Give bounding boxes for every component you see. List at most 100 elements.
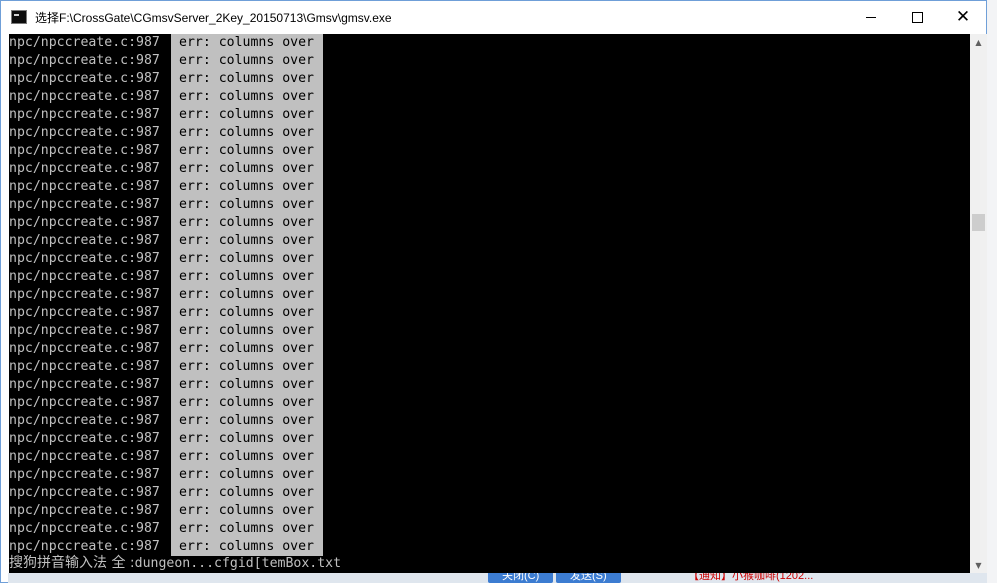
console-line-message-selected: err: columns over — [171, 430, 323, 448]
minimize-button[interactable] — [848, 1, 894, 33]
console-line-message-selected: err: columns over — [171, 34, 323, 52]
ime-status-line: 搜狗拼音输入法 全 :dungeon...cfgid[temBox.txt — [9, 552, 970, 574]
console-line-message-selected: err: columns over — [171, 286, 323, 304]
console-line-message-selected: err: columns over — [171, 466, 323, 484]
console-line-message-selected: err: columns over — [171, 88, 323, 106]
console-line-source: npc/npccreate.c:987 — [9, 143, 160, 158]
console-line-message-selected: err: columns over — [171, 340, 323, 358]
console-line-source: npc/npccreate.c:987 — [9, 395, 160, 410]
console-line: npc/npccreate.c:987 err: columns over — [9, 502, 970, 520]
console-line-source: npc/npccreate.c:987 — [9, 251, 160, 266]
console-line-source: npc/npccreate.c:987 — [9, 341, 160, 356]
console-line-message-selected: err: columns over — [171, 106, 323, 124]
background-chat-window-strip: 关闭(C) 发送(S) 【通知】小猴咖啡(1202... — [8, 573, 987, 583]
console-line-source: npc/npccreate.c:987 — [9, 179, 160, 194]
console-line: npc/npccreate.c:987 err: columns over — [9, 70, 970, 88]
console-line-source: npc/npccreate.c:987 — [9, 521, 160, 536]
console-line: npc/npccreate.c:987 err: columns over — [9, 106, 970, 124]
console-line-source: npc/npccreate.c:987 — [9, 53, 160, 68]
console-line-message-selected: err: columns over — [171, 214, 323, 232]
console-line-message-selected: err: columns over — [171, 232, 323, 250]
console-line: npc/npccreate.c:987 err: columns over — [9, 160, 970, 178]
console-line-message-selected: err: columns over — [171, 160, 323, 178]
console-line-message-selected: err: columns over — [171, 250, 323, 268]
console-line: npc/npccreate.c:987 err: columns over — [9, 484, 970, 502]
console-line: npc/npccreate.c:987 err: columns over — [9, 520, 970, 538]
console-line-message-selected: err: columns over — [171, 358, 323, 376]
console-line: npc/npccreate.c:987 err: columns over — [9, 124, 970, 142]
console-line: npc/npccreate.c:987 err: columns over — [9, 412, 970, 430]
console-lines: npc/npccreate.c:987 err: columns over npc/… — [9, 34, 970, 556]
console-line: npc/npccreate.c:987 err: columns over — [9, 466, 970, 484]
console-line: npc/npccreate.c:987 err: columns over — [9, 52, 970, 70]
console-line-source: npc/npccreate.c:987 — [9, 269, 160, 284]
console-line-message-selected: err: columns over — [171, 394, 323, 412]
console-line: npc/npccreate.c:987 err: columns over — [9, 394, 970, 412]
console-line-source: npc/npccreate.c:987 — [9, 503, 160, 518]
chat-send-button[interactable]: 发送(S) — [556, 573, 621, 583]
console-line-source: npc/npccreate.c:987 — [9, 323, 160, 338]
console-line: npc/npccreate.c:987 err: columns over — [9, 286, 970, 304]
console-line-source: npc/npccreate.c:987 — [9, 89, 160, 104]
console-line-message-selected: err: columns over — [171, 124, 323, 142]
console-line-source: npc/npccreate.c:987 — [9, 287, 160, 302]
console-line-source: npc/npccreate.c:987 — [9, 71, 160, 86]
chat-close-button[interactable]: 关闭(C) — [488, 573, 554, 583]
vertical-scrollbar[interactable]: ▲ ▼ — [970, 34, 987, 574]
console-line-message-selected: err: columns over — [171, 268, 323, 286]
console-line-source: npc/npccreate.c:987 — [9, 125, 160, 140]
console-line: npc/npccreate.c:987 err: columns over — [9, 88, 970, 106]
console-line-source: npc/npccreate.c:987 — [9, 233, 160, 248]
title-bar[interactable]: 选择F:\CrossGate\CGmsvServer_2Key_20150713… — [1, 1, 986, 33]
console-line: npc/npccreate.c:987 err: columns over — [9, 340, 970, 358]
console-line-message-selected: err: columns over — [171, 448, 323, 466]
console-line-source: npc/npccreate.c:987 — [9, 359, 160, 374]
console-line-message-selected: err: columns over — [171, 178, 323, 196]
console-line-source: npc/npccreate.c:987 — [9, 161, 160, 176]
console-line: npc/npccreate.c:987 err: columns over — [9, 304, 970, 322]
console-line: npc/npccreate.c:987 err: columns over — [9, 322, 970, 340]
close-button[interactable]: ✕ — [940, 1, 986, 33]
console-line-message-selected: err: columns over — [171, 196, 323, 214]
console-output[interactable]: npc/npccreate.c:987 err: columns over npc/… — [9, 34, 970, 574]
console-line-source: npc/npccreate.c:987 — [9, 467, 160, 482]
ime-label: 搜狗拼音输入法 全 : — [9, 555, 135, 571]
scroll-down-arrow-icon[interactable]: ▼ — [970, 557, 987, 574]
console-line-message-selected: err: columns over — [171, 502, 323, 520]
console-line: npc/npccreate.c:987 err: columns over — [9, 268, 970, 286]
console-line: npc/npccreate.c:987 err: columns over — [9, 376, 970, 394]
console-line-message-selected: err: columns over — [171, 142, 323, 160]
console-line-source: npc/npccreate.c:987 — [9, 107, 160, 122]
maximize-button[interactable] — [894, 1, 940, 33]
console-line-message-selected: err: columns over — [171, 484, 323, 502]
console-app-icon — [11, 10, 27, 24]
maximize-icon — [911, 11, 923, 23]
console-line-source: npc/npccreate.c:987 — [9, 377, 160, 392]
console-line: npc/npccreate.c:987 err: columns over — [9, 142, 970, 160]
chat-notice: 【通知】小猴咖啡(1202... — [688, 573, 814, 582]
console-window: 选择F:\CrossGate\CGmsvServer_2Key_20150713… — [0, 0, 987, 583]
console-line-source: npc/npccreate.c:987 — [9, 413, 160, 428]
console-line: npc/npccreate.c:987 err: columns over — [9, 250, 970, 268]
console-line-source: npc/npccreate.c:987 — [9, 35, 160, 50]
console-line-message-selected: err: columns over — [171, 520, 323, 538]
scrollbar-thumb[interactable] — [972, 214, 985, 231]
window-title: 选择F:\CrossGate\CGmsvServer_2Key_20150713… — [35, 10, 392, 25]
console-line: npc/npccreate.c:987 err: columns over — [9, 448, 970, 466]
console-line: npc/npccreate.c:987 err: columns over — [9, 214, 970, 232]
background-desktop-right — [987, 0, 997, 583]
console-line-source: npc/npccreate.c:987 — [9, 215, 160, 230]
console-line-message-selected: err: columns over — [171, 52, 323, 70]
console-line-message-selected: err: columns over — [171, 412, 323, 430]
console-line-source: npc/npccreate.c:987 — [9, 485, 160, 500]
console-line: npc/npccreate.c:987 err: columns over — [9, 358, 970, 376]
console-line: npc/npccreate.c:987 err: columns over — [9, 34, 970, 52]
console-line: npc/npccreate.c:987 err: columns over — [9, 430, 970, 448]
console-line-source: npc/npccreate.c:987 — [9, 197, 160, 212]
scroll-up-arrow-icon[interactable]: ▲ — [970, 34, 987, 51]
ime-composition: dungeon...cfgid[temBox.txt — [134, 556, 342, 571]
console-line-source: npc/npccreate.c:987 — [9, 431, 160, 446]
console-line-source: npc/npccreate.c:987 — [9, 305, 160, 320]
console-line: npc/npccreate.c:987 err: columns over — [9, 232, 970, 250]
console-line-message-selected: err: columns over — [171, 322, 323, 340]
